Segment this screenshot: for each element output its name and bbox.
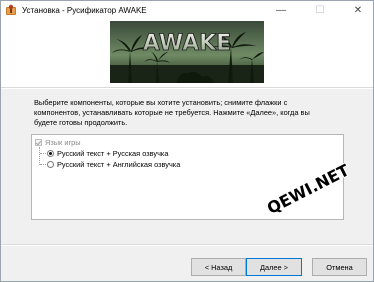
component-group[interactable]: Язык игры: [35, 138, 81, 147]
header-area: AWAKE: [1, 19, 373, 87]
installer-icon: [6, 4, 16, 15]
components-list[interactable]: Язык игры Русский текст + Русская озвучк…: [31, 134, 344, 220]
close-button[interactable]: ✕: [345, 1, 371, 19]
maximize-button[interactable]: ☐: [307, 1, 333, 19]
back-button[interactable]: < Назад: [191, 258, 246, 276]
title-bar[interactable]: Установка - Русификатор AWAKE — ☐ ✕: [1, 1, 373, 19]
banner-title: AWAKE: [143, 31, 231, 56]
window-title: Установка - Русификатор AWAKE: [22, 5, 147, 15]
tree-connector: [40, 164, 46, 165]
option-label: Русский текст + Английская озвучка: [57, 160, 181, 169]
group-label: Язык игры: [45, 138, 81, 147]
component-option[interactable]: Русский текст + Английская озвучка: [47, 160, 180, 169]
radio-button-selected[interactable]: [47, 150, 54, 157]
header-separator-highlight: [1, 88, 373, 89]
installer-window: Установка - Русификатор AWAKE — ☐ ✕ AWAK…: [0, 0, 374, 282]
cancel-button[interactable]: Отмена: [312, 258, 367, 276]
group-checkbox[interactable]: [35, 139, 42, 146]
next-button[interactable]: Далее >: [246, 258, 302, 276]
banner-image: AWAKE: [110, 21, 264, 83]
tree-connector: [40, 153, 46, 154]
option-label: Русский текст + Русская озвучка: [57, 149, 169, 158]
instructions-text: Выберите компоненты, которые вы хотите у…: [34, 98, 310, 127]
radio-button[interactable]: [47, 161, 54, 168]
minimize-button[interactable]: —: [268, 1, 294, 19]
footer-separator-highlight: [1, 245, 373, 246]
tree-connector: [39, 147, 40, 165]
banner-art: AWAKE: [110, 21, 264, 83]
component-option[interactable]: Русский текст + Русская озвучка: [47, 149, 168, 158]
